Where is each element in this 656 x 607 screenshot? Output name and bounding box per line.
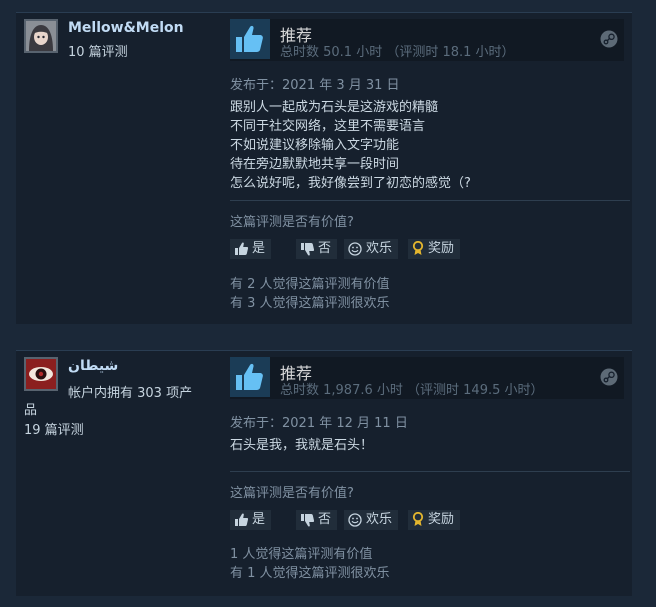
helpful-question: 这篇评测是否有价值? — [230, 486, 354, 501]
posted-date: 发布于：2021 年 12 月 11 日 — [230, 416, 408, 431]
steam-logo-icon — [600, 368, 618, 390]
review-line: 跟别人一起成为石头是这游戏的精髓 — [230, 100, 439, 115]
vote-funny-label: 欢乐 — [366, 241, 393, 256]
vote-no-label: 否 — [318, 512, 332, 527]
products-owned[interactable]: 帐户内拥有 303 项产 品 — [24, 385, 218, 418]
review-content: 跟别人一起成为石头是这游戏的精髓 不同于社交网络，这里不需要语言 不如说建议移除… — [230, 98, 471, 193]
helpful-count: 有 2 人觉得这篇评测有价值 — [230, 277, 390, 292]
review-line: 待在旁边默默地共享一段时间 — [230, 157, 400, 172]
smiley-icon — [348, 241, 362, 256]
helpful-question: 这篇评测是否有价值? — [230, 215, 354, 230]
review-line: 怎么说好呢，我好像尝到了初恋的感觉（? — [230, 176, 471, 191]
recommendation-header[interactable]: 推荐 总时数 50.1 小时 （评测时 18.1 小时） — [230, 19, 624, 61]
award-label: 奖励 — [428, 512, 455, 527]
username[interactable]: Mellow&Melon — [68, 20, 184, 36]
award-button[interactable]: 奖励 — [408, 239, 461, 259]
review-count[interactable]: 10 篇评测 — [68, 41, 128, 60]
funny-count: 有 1 人觉得这篇评测很欢乐 — [230, 566, 390, 581]
divider — [230, 471, 630, 472]
avatar[interactable] — [24, 357, 58, 391]
vote-yes-label: 是 — [252, 512, 266, 527]
vote-funny-button[interactable]: 欢乐 — [344, 510, 399, 530]
review-content: 石头是我，我就是石头！ — [230, 436, 373, 455]
vote-yes-button[interactable]: 是 — [230, 239, 272, 259]
smiley-icon — [348, 512, 362, 527]
posted-date: 发布于：2021 年 3 月 31 日 — [230, 78, 400, 93]
thumbs-up-icon — [234, 241, 248, 256]
award-button[interactable]: 奖励 — [408, 510, 461, 530]
review-card: Mellow&Melon 10 篇评测 推荐 总时数 50.1 小时 （评测时 … — [16, 12, 632, 324]
review-line: 不如说建议移除输入文字功能 — [230, 138, 400, 153]
playtime: 总时数 50.1 小时 （评测时 18.1 小时） — [280, 45, 515, 60]
vote-funny-label: 欢乐 — [366, 512, 393, 527]
thumbs-down-icon — [300, 242, 314, 256]
recommendation-header[interactable]: 推荐 总时数 1,987.6 小时 （评测时 149.5 小时） — [230, 357, 624, 399]
divider — [230, 200, 630, 201]
helpful-count: 1 人觉得这篇评测有价值 — [230, 547, 373, 562]
review-count[interactable]: 19 篇评测 — [24, 419, 84, 438]
thumbs-up-icon — [230, 19, 270, 59]
avatar[interactable] — [24, 19, 58, 53]
vote-yes-button[interactable]: 是 — [230, 510, 272, 530]
steam-logo-icon — [600, 30, 618, 52]
award-label: 奖励 — [428, 241, 455, 256]
review-line: 石头是我，我就是石头！ — [230, 438, 374, 453]
funny-count: 有 3 人觉得这篇评测很欢乐 — [230, 296, 390, 311]
thumbs-up-icon — [234, 512, 248, 527]
username[interactable]: شيطان — [68, 358, 118, 374]
vote-no-button[interactable]: 否 — [296, 239, 338, 259]
thumbs-down-icon — [300, 513, 314, 527]
thumbs-up-icon — [230, 357, 270, 397]
products-line: 帐户内拥有 303 项产 — [68, 386, 193, 401]
award-icon — [412, 241, 424, 256]
vote-no-button[interactable]: 否 — [296, 510, 338, 530]
products-line: 品 — [24, 403, 38, 418]
vote-no-label: 否 — [318, 241, 332, 256]
playtime: 总时数 1,987.6 小时 （评测时 149.5 小时） — [280, 383, 544, 398]
vote-yes-label: 是 — [252, 241, 266, 256]
award-icon — [412, 512, 424, 527]
review-line: 不同于社交网络，这里不需要语言 — [230, 119, 426, 134]
review-card: شيطان 帐户内拥有 303 项产 品 19 篇评测 推荐 总时数 1,987… — [16, 350, 632, 596]
vote-funny-button[interactable]: 欢乐 — [344, 239, 399, 259]
